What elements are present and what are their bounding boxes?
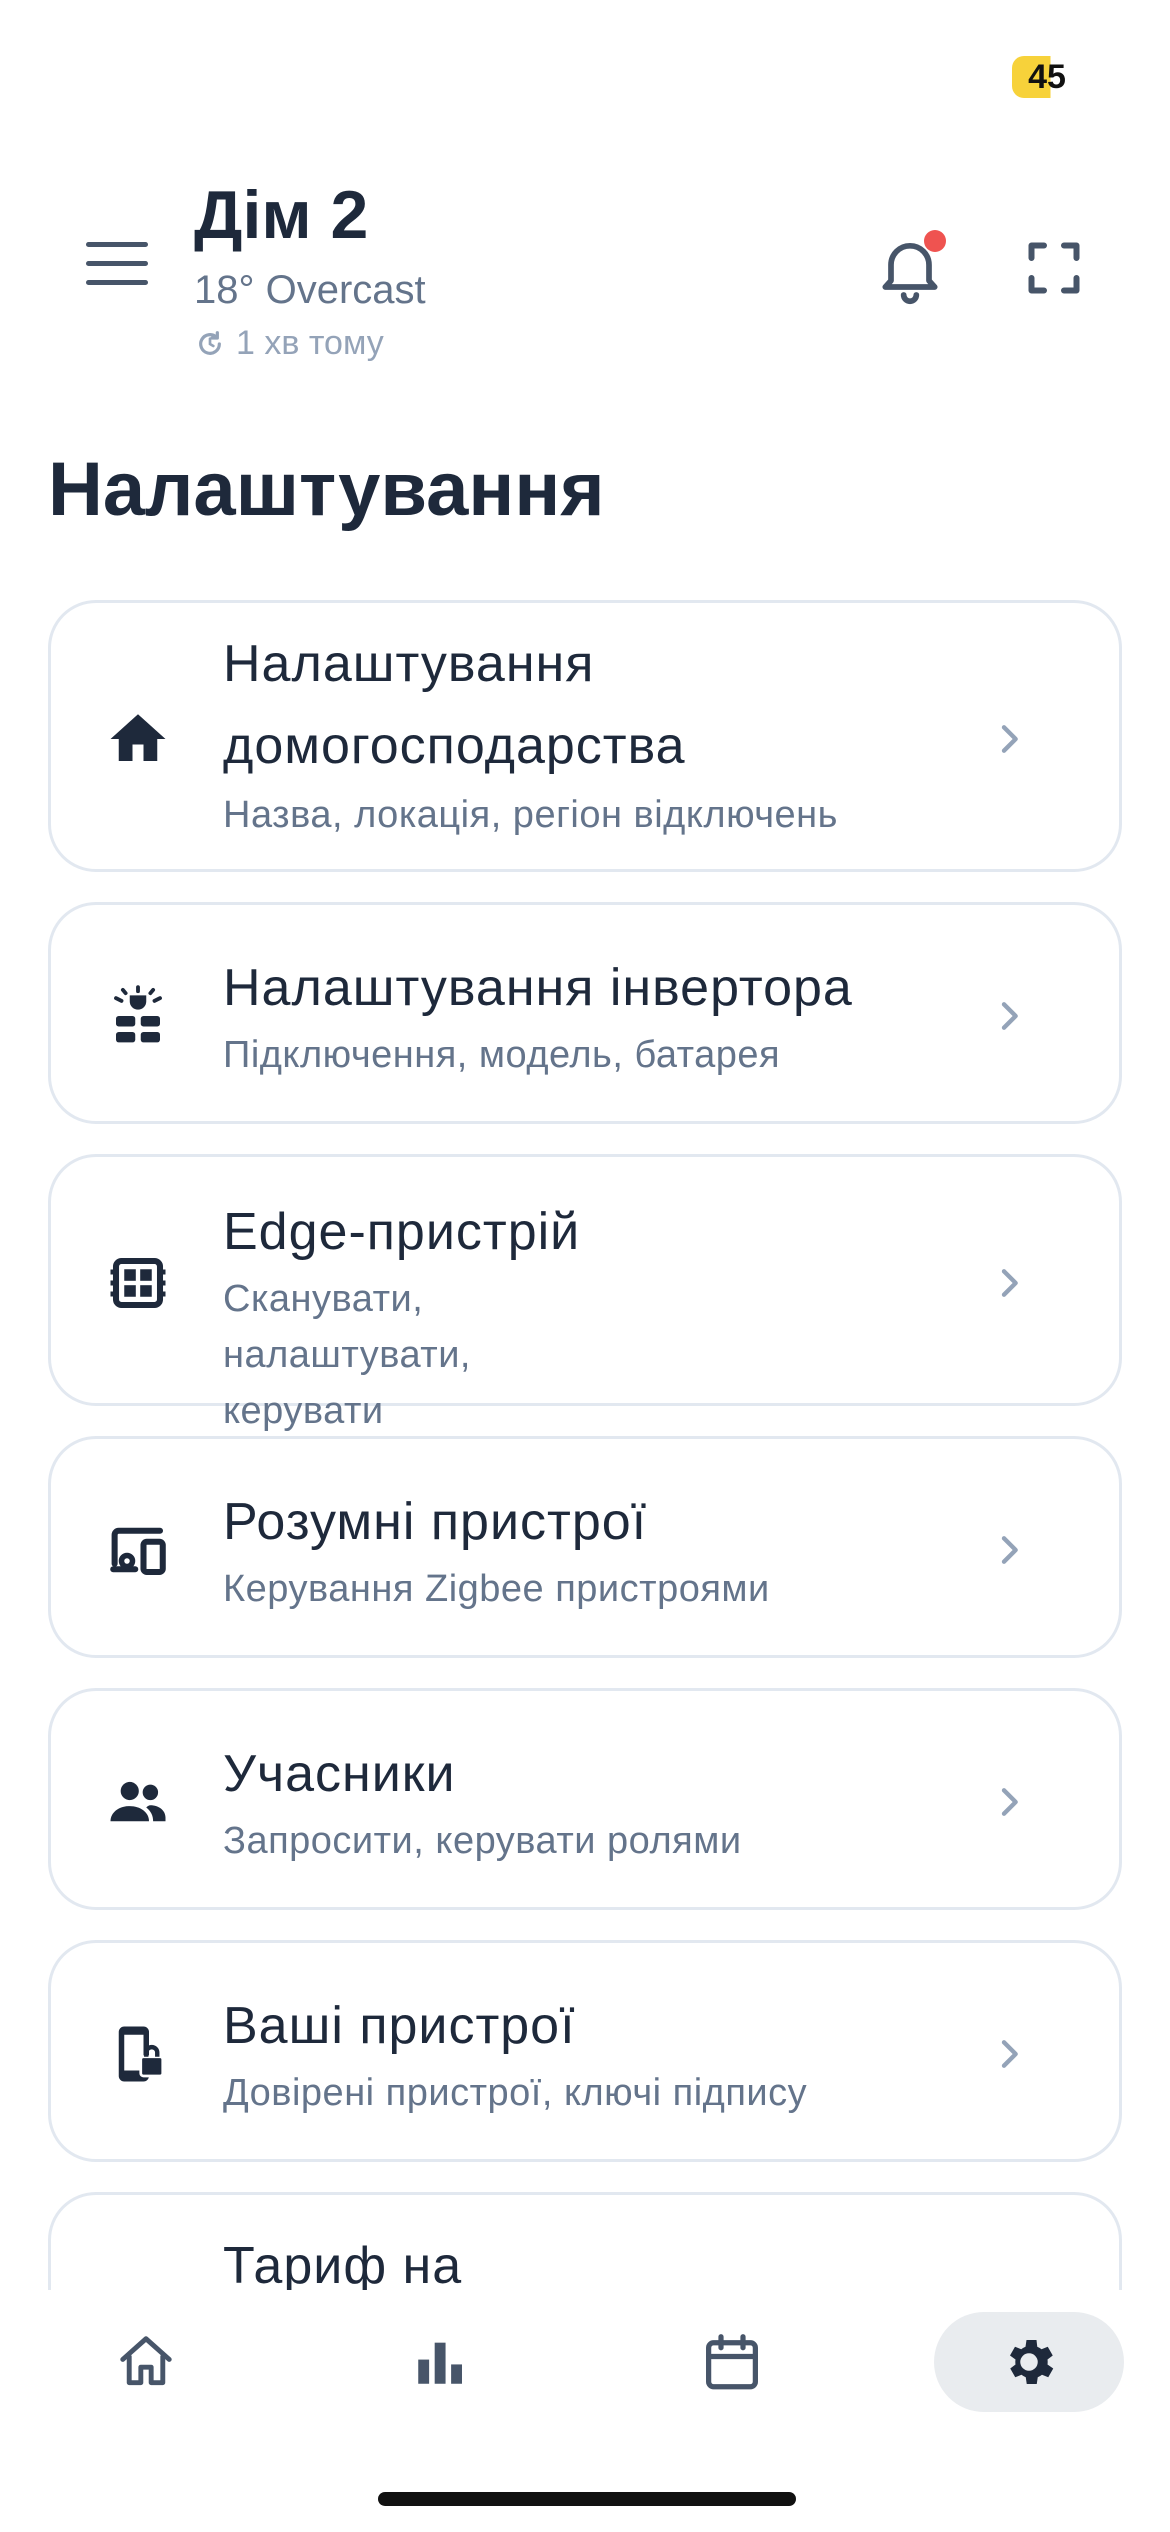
settings-list: Налаштування домогосподарства Назва, лок…	[48, 600, 1122, 2290]
settings-item-title: Розумні пристрої	[223, 1493, 648, 1551]
home-indicator	[378, 2492, 796, 2506]
settings-item-subtitle: Назва, локація, регіон відключень	[223, 794, 838, 836]
app-header: Дім 2 18° Overcast 1 хв тому	[0, 150, 1170, 390]
settings-item-household[interactable]: Налаштування домогосподарства Назва, лок…	[48, 600, 1122, 872]
chevron-right-icon	[1001, 1788, 1018, 1816]
settings-item-subtitle: Керування Zigbee пристроями	[223, 1568, 770, 1610]
page-title: Налаштування	[48, 447, 605, 532]
inverter-icon	[114, 985, 162, 1043]
menu-button[interactable]	[86, 242, 148, 292]
fullscreen-button[interactable]	[1024, 238, 1084, 298]
last-updated-text: 1 хв тому	[236, 324, 384, 362]
home-icon	[110, 714, 166, 761]
status-bar: 45	[0, 0, 1170, 150]
chevron-right-icon	[1001, 1536, 1018, 1564]
battery-indicator: 45	[1012, 56, 1082, 98]
settings-item-title: Edge-пристрій	[223, 1203, 581, 1261]
chevron-right-icon	[1001, 2040, 1018, 2068]
menu-icon-bar	[86, 242, 148, 247]
settings-item-title: Налаштування інвертора	[223, 959, 853, 1017]
settings-item-inverter[interactable]: Налаштування інвертора Підключення, моде…	[48, 902, 1122, 1124]
settings-item-subtitle: Довірені пристрої, ключі підпису	[223, 2072, 808, 2114]
notifications-button[interactable]	[872, 228, 948, 308]
gear-icon	[1010, 2340, 1054, 2384]
nav-home[interactable]	[96, 2312, 196, 2412]
menu-icon-bar	[86, 261, 148, 266]
settings-item-your-devices[interactable]: Ваші пристрої Довірені пристрої, ключі п…	[48, 1940, 1122, 2162]
settings-item-subtitle: Підключення, модель, батарея	[223, 1034, 781, 1076]
settings-item-smart-devices[interactable]: Розумні пристрої Керування Zigbee пристр…	[48, 1436, 1122, 1658]
phone-lock-icon	[118, 2026, 165, 2082]
settings-item-subtitle: Запросити, керувати ролями	[223, 1820, 742, 1862]
settings-item-title: Учасники	[223, 1745, 456, 1803]
last-updated: 1 хв тому	[194, 324, 384, 363]
chevron-right-icon	[1001, 725, 1018, 753]
nav-statistics[interactable]	[390, 2312, 490, 2412]
home-name[interactable]: Дім 2	[194, 176, 368, 254]
fullscreen-icon	[1028, 242, 1080, 294]
settings-item-tariff[interactable]: Тариф на	[48, 2192, 1122, 2290]
settings-item-title: Тариф на	[223, 2237, 463, 2290]
notification-badge	[924, 230, 946, 252]
chevron-right-icon	[1001, 1002, 1018, 1030]
menu-icon-bar	[86, 280, 148, 285]
settings-item-title: Ваші пристрої	[223, 1997, 576, 2055]
nav-settings[interactable]	[934, 2312, 1124, 2412]
calendar-icon	[706, 2334, 758, 2390]
edge-device-icon	[110, 1257, 166, 1309]
bar-chart-icon	[418, 2342, 462, 2384]
weather-summary: 18° Overcast	[194, 268, 426, 312]
settings-item-members[interactable]: Учасники Запросити, керувати ролями	[48, 1688, 1122, 1910]
nav-schedule[interactable]	[682, 2312, 782, 2412]
refresh-icon	[199, 330, 221, 355]
home-outline-icon	[120, 2336, 172, 2386]
settings-item-subtitle: Сканувати, налаштувати, керувати	[223, 1278, 471, 1432]
settings-item-edge-device[interactable]: Edge-пристрій Сканувати, налаштувати, ке…	[48, 1154, 1122, 1432]
chevron-right-icon	[1001, 1269, 1018, 1297]
members-icon	[110, 1781, 166, 1822]
smart-devices-icon	[110, 1527, 166, 1576]
settings-item-title: Налаштування домогосподарства	[223, 635, 686, 775]
